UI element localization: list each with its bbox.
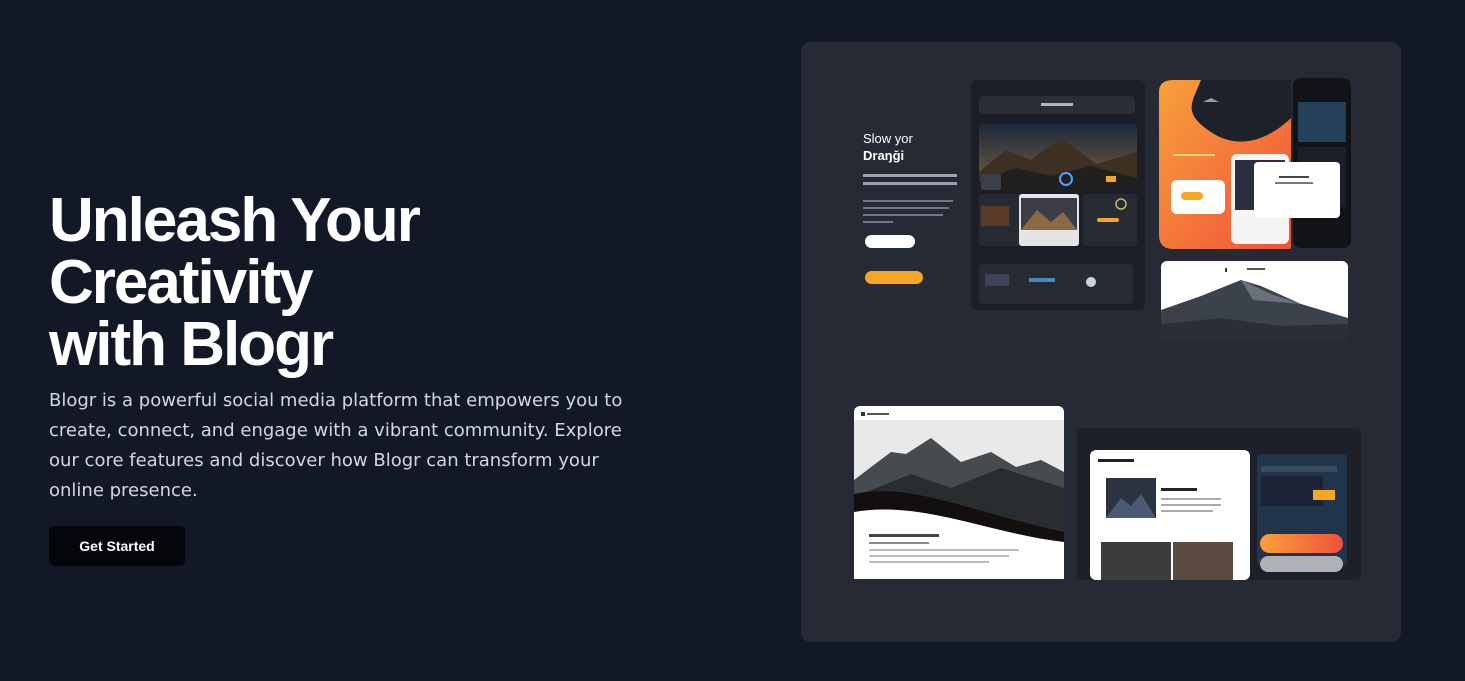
mock-mountain-card: [1161, 261, 1348, 341]
mock-dashboard: [971, 80, 1145, 310]
showcase-collage: Slow yor Draŋği: [854, 78, 1361, 580]
hero-title-line1: Unleash Your Creativity: [49, 186, 421, 317]
hero-title: Unleash Your Creativity with Blogr: [49, 190, 689, 376]
showcase-panel: Slow yor Draŋği: [801, 42, 1401, 642]
mock-heading-line1: Slow yor: [863, 131, 914, 146]
hero-section: Unleash Your Creativity with Blogr Blogr…: [49, 190, 689, 566]
mock-mobile-app: [1159, 78, 1351, 249]
get-started-button[interactable]: Get Started: [49, 526, 185, 566]
mock-landscape-card: [854, 406, 1064, 579]
mock-white-button: [865, 235, 915, 248]
mock-orange-button: [865, 271, 923, 284]
mock-landing-text: Slow yor Draŋği: [863, 131, 957, 284]
mock-heading-line2: Draŋği: [863, 148, 904, 163]
hero-title-line2: with Blogr: [49, 310, 334, 379]
mock-blog-layout: [1077, 428, 1361, 580]
hero-description: Blogr is a powerful social media platfor…: [49, 390, 623, 501]
